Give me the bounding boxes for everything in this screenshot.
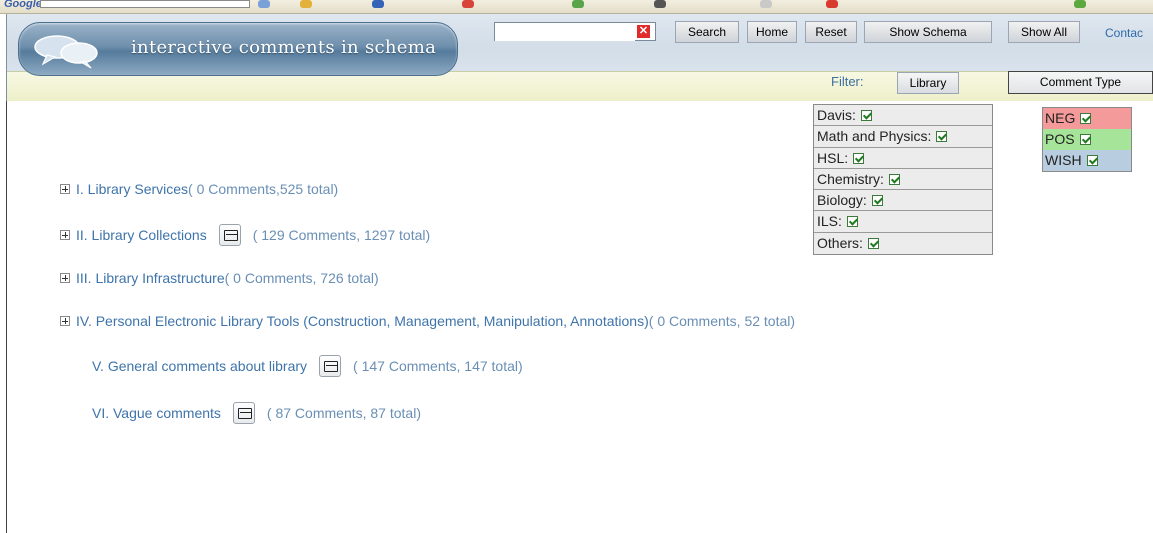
library-option-chemistry: Chemistry:: [814, 169, 992, 191]
library-checkbox[interactable]: [860, 110, 872, 121]
search-button[interactable]: Search: [675, 21, 739, 43]
library-checkbox[interactable]: [867, 237, 879, 249]
google-search-box[interactable]: [40, 0, 250, 8]
library-option-label: Others:: [817, 234, 863, 251]
comment-type-filter-panel: NEG POS WISH: [1042, 107, 1132, 172]
library-option-hsl: HSL:: [814, 148, 992, 169]
tree-node-label[interactable]: I. Library Services: [76, 181, 188, 197]
toolbar-icon[interactable]: [258, 0, 270, 8]
comment-type-filter-button[interactable]: Comment Type: [1008, 71, 1153, 94]
speech-bubbles-icon: [34, 35, 98, 69]
comment-count: ( 0 Comments,525 total): [188, 181, 339, 197]
library-checkbox[interactable]: [853, 152, 865, 164]
reset-button[interactable]: Reset: [805, 21, 857, 43]
library-option-davis: Davis:: [814, 105, 992, 127]
contact-link[interactable]: Contac: [1105, 26, 1143, 40]
library-option-others: Others:: [814, 233, 992, 254]
expand-icon[interactable]: [60, 184, 70, 194]
home-button[interactable]: Home: [747, 21, 797, 43]
bookmarks-icon[interactable]: [372, 0, 384, 8]
blocked-icon[interactable]: [462, 0, 474, 8]
autolink-icon[interactable]: [654, 0, 666, 8]
library-option-label: Davis:: [817, 107, 856, 123]
expand-icon[interactable]: [60, 273, 70, 283]
tree-node-personal-tools: IV. Personal Electronic Library Tools (C…: [60, 313, 795, 329]
google-toolbar-logo[interactable]: Google: [4, 0, 42, 10]
library-option-label: Chemistry:: [817, 170, 884, 187]
comment-type-label: NEG: [1045, 110, 1076, 126]
library-option-ils: ILS:: [814, 211, 992, 233]
view-comments-icon[interactable]: [218, 224, 241, 246]
tree-node-general-comments: V. General comments about library ( 147 …: [92, 355, 523, 377]
tree-node-vague-comments: VI. Vague comments ( 87 Comments, 87 tot…: [92, 402, 421, 424]
search-input[interactable]: [495, 23, 635, 41]
library-checkbox[interactable]: [936, 131, 948, 143]
comment-count: ( 87 Comments, 87 total): [266, 405, 421, 421]
comment-type-pos: POS: [1043, 129, 1131, 150]
comment-count: ( 147 Comments, 147 total): [353, 358, 523, 374]
comment-type-neg: NEG: [1043, 108, 1131, 129]
comment-type-wish: WISH: [1043, 150, 1131, 171]
tree-node-label[interactable]: III. Library Infrastructure: [76, 270, 225, 286]
toolbar-icon[interactable]: [300, 0, 312, 8]
library-filter-panel: Davis: Math and Physics: HSL: Chemistry:…: [813, 104, 993, 256]
content-left-border: [6, 101, 7, 533]
app-logo[interactable]: interactive comments in schema: [18, 22, 458, 76]
check-icon[interactable]: [572, 0, 584, 8]
show-all-button[interactable]: Show All: [1008, 21, 1080, 43]
library-filter-button[interactable]: Library: [897, 72, 959, 94]
tree-node-label[interactable]: IV. Personal Electronic Library Tools (C…: [76, 313, 649, 329]
browser-toolbar: Google: [0, 0, 1153, 14]
library-option-label: Math and Physics:: [817, 128, 932, 145]
tree-node-label[interactable]: VI. Vague comments: [92, 405, 221, 421]
tree-node-label[interactable]: II. Library Collections: [76, 227, 207, 243]
app-title: interactive comments in schema: [131, 37, 437, 58]
expand-icon[interactable]: [60, 316, 70, 326]
autofill-icon[interactable]: [760, 0, 772, 8]
filter-label: Filter:: [831, 74, 864, 89]
comment-type-checkbox[interactable]: [1079, 134, 1091, 145]
show-schema-button[interactable]: Show Schema: [864, 21, 992, 43]
view-comments-icon[interactable]: [232, 402, 255, 424]
comment-count: ( 129 Comments, 1297 total): [252, 227, 431, 243]
send-to-icon[interactable]: [826, 0, 838, 8]
library-checkbox[interactable]: [871, 195, 883, 207]
comment-type-label: POS: [1045, 131, 1075, 147]
library-checkbox[interactable]: [846, 216, 858, 228]
view-comments-icon[interactable]: [319, 355, 342, 377]
tree-node-library-collections: II. Library Collections ( 129 Comments, …: [60, 224, 430, 246]
settings-icon[interactable]: [1074, 0, 1086, 8]
tree-node-label[interactable]: V. General comments about library: [92, 358, 307, 374]
comment-type-label: WISH: [1045, 152, 1082, 168]
library-checkbox[interactable]: [888, 173, 900, 185]
library-option-biology: Biology:: [814, 190, 992, 212]
comment-count: ( 0 Comments, 52 total): [648, 313, 796, 329]
library-option-label: HSL:: [817, 149, 849, 166]
library-option-label: Biology:: [817, 192, 867, 209]
comment-type-checkbox[interactable]: [1080, 113, 1092, 124]
tree-node-library-infrastructure: III. Library Infrastructure ( 0 Comments…: [60, 270, 379, 286]
library-option-math-physics: Math and Physics:: [814, 126, 992, 148]
library-option-label: ILS:: [817, 213, 842, 230]
expand-icon[interactable]: [60, 230, 70, 240]
comment-count: ( 0 Comments, 726 total): [224, 270, 379, 286]
search-box: ✕: [494, 22, 656, 41]
comment-type-checkbox[interactable]: [1086, 155, 1098, 166]
tree-node-library-services: I. Library Services ( 0 Comments,525 tot…: [60, 181, 338, 197]
clear-search-icon[interactable]: ✕: [637, 25, 650, 38]
